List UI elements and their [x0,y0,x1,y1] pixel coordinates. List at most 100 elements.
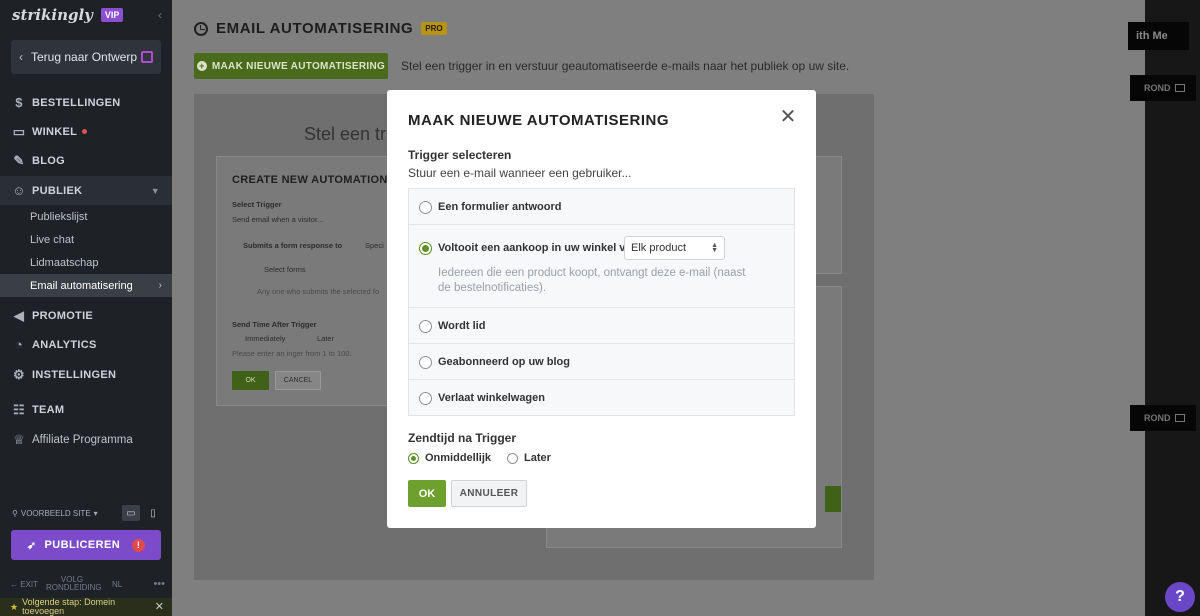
nav-promotion[interactable]: ◀ PROMOTIE [0,301,172,330]
nav-orders-label: BESTELLINGEN [32,96,121,109]
bg-immediately: Immediately [245,334,286,343]
option-description: Iedereen die een product koopt, ontvangt… [438,267,746,294]
guide-link[interactable]: VOLG RONDLEIDING [46,576,102,592]
radio-button[interactable] [419,392,432,405]
bg-option: Submits a form response to [243,241,343,250]
bg-heading: Stel een trig [304,124,401,144]
logo-row: strikingly VIP [12,6,124,24]
bg-create-card: CREATE NEW AUTOMATION Select Trigger Sen… [216,156,392,406]
radio-button[interactable] [419,320,432,333]
publish-alert-badge: ! [132,538,146,552]
bg-send-when: Send email when a visitor... [232,215,324,224]
trigger-option-member[interactable]: Wordt lid [409,308,794,344]
nav-team[interactable]: ☷ TEAM [0,395,172,424]
sub-label: Live chat [30,233,75,246]
nav-affiliate[interactable]: ♕ Affiliate Programma [0,425,172,454]
clock-icon [194,21,208,36]
mobile-icon[interactable]: ▯ [144,505,162,521]
pro-badge: PRO [421,22,447,35]
select-arrows-icon: ▲ ▼ [711,242,718,254]
trigger-title: Trigger selecteren [408,148,512,162]
nav-analytics[interactable]: ◔ ANALYTICS [0,330,172,359]
product-select[interactable]: Elk product ▲ ▼ [624,236,725,260]
page-header: EMAIL AUTOMATISERING PRO [194,20,447,37]
more-icon[interactable]: ••• [153,578,165,590]
sub-label: Lidmaatschap [30,256,99,269]
chevron-left-icon: ‹ [19,50,23,64]
sub-email-automation[interactable]: Email automatisering › [0,274,172,297]
rond-label: ROND [1144,83,1171,93]
nav-orders[interactable]: $ BESTELLINGEN [0,88,172,117]
back-to-design-button[interactable]: ‹ Terug naar Ontwerp [11,40,161,74]
nav-settings-label: INSTELLINGEN [32,368,117,381]
modal-title: MAAK NIEUWE AUTOMATISERING [408,112,670,129]
pie-chart-icon: ◔ [14,336,24,352]
radio-immediately[interactable] [408,452,419,464]
search-icon: ⚲ [12,508,18,518]
nav-team-label: TEAM [32,403,65,416]
new-automation-button[interactable]: + MAAK NIEUWE AUTOMATISERING [194,53,388,79]
publish-button[interactable]: ➶ PUBLICEREN ! [11,530,161,560]
option-label: Wordt lid [438,320,486,332]
logo[interactable]: strikingly [12,6,93,24]
sub-label: Email automatisering [30,279,133,292]
next-step-label: Volgende stap: Domein toevoegen [22,597,116,616]
design-icon [141,51,153,63]
trophy-icon: ♕ [13,431,25,447]
preview-site-row: ⚲ VOORBEELD SITE ▾ ▭ ▯ [12,505,162,521]
option-label: Geabonneerd op uw blog [438,356,570,368]
nav-store[interactable]: ▭ WINKEL [0,117,172,146]
trigger-options: Een formulier antwoord Voltooit een aank… [408,188,795,416]
next-step-banner[interactable]: ★ Volgende stap: Domein toevoegen ✕ [0,598,172,616]
cancel-button[interactable]: ANNULEER [451,480,527,507]
sidebar-footer: ← EXIT VOLG RONDLEIDING NL ••• [10,575,165,593]
nav-affiliate-label: Affiliate Programma [32,433,133,446]
sub-membership[interactable]: Lidmaatschap [0,251,172,274]
nav-audience[interactable]: ☺ PUBLIEK ▼ [0,176,172,205]
nav-analytics-label: ANALYTICS [32,338,97,351]
collapse-sidebar-icon[interactable]: ‹ [158,8,162,22]
new-automation-modal: MAAK NIEUWE AUTOMATISERING ✕ Trigger sel… [387,90,816,528]
timing-title: Zendtijd na Trigger [408,431,517,445]
chevron-down-icon: ▼ [150,185,160,196]
dollar-icon: $ [15,94,23,110]
bg-green-button [825,486,841,512]
sub-live-chat[interactable]: Live chat [0,228,172,251]
trigger-option-blog[interactable]: Geabonneerd op uw blog [409,344,794,380]
radio-button-selected[interactable] [419,242,432,255]
exit-label: EXIT [20,579,39,589]
publish-label: PUBLICEREN [44,539,121,551]
radio-later[interactable] [507,452,519,464]
help-button[interactable]: ? [1165,582,1195,612]
bg-card-title: CREATE NEW AUTOMATION [232,174,388,186]
exit-link[interactable]: ← EXIT [10,580,46,589]
close-icon[interactable]: ✕ [779,107,797,127]
sub-audience-list[interactable]: Publiekslijst [0,205,172,228]
close-icon[interactable]: ✕ [155,601,164,612]
language-selector[interactable]: NL [112,580,122,589]
trigger-option-form[interactable]: Een formulier antwoord [409,189,794,225]
desktop-icon[interactable]: ▭ [122,505,140,521]
bg-hint: Any one who submits the selected fo [257,287,380,296]
gear-icon: ⚙ [13,366,25,382]
plus-icon: + [196,61,207,71]
preview-site-link[interactable]: VOORBEELD SITE [21,509,91,518]
store-icon: ▭ [12,123,26,139]
radio-button[interactable] [419,356,432,369]
sidebar: strikingly VIP ‹ ‹ Terug naar Ontwerp $ … [0,0,172,616]
nav-blog-label: BLOG [32,154,65,167]
bg-send-time: Send Time After Trigger [232,320,317,329]
header-description: Stel een trigger in en verstuur geautoma… [401,59,850,73]
ok-button[interactable]: OK [408,480,446,507]
trigger-option-cart[interactable]: Verlaat winkelwagen [409,380,794,416]
megaphone-icon: ◀ [13,307,25,323]
option-label: Voltooit een aankoop in uw winkel van [438,242,639,254]
pen-icon: ✎ [13,152,25,168]
nav-blog[interactable]: ✎ BLOG [0,146,172,175]
product-select-value: Elk product [631,242,687,254]
star-icon: ★ [10,601,19,612]
radio-button[interactable] [419,201,432,214]
team-icon: ☷ [13,401,25,417]
nav-settings[interactable]: ⚙ INSTELLINGEN [0,360,172,389]
trigger-option-purchase[interactable]: Voltooit een aankoop in uw winkel van El… [409,225,794,308]
